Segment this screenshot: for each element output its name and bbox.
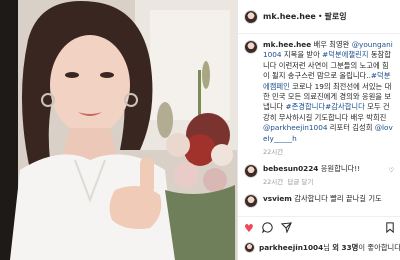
comment-item: bebesun0224 응원합니다!! 22시간 답글 달기 ♡ [244,164,394,187]
post-side-panel: mk.hee.hee • 팔로잉 mk.hee.hee 배우 최영완 @youn… [237,0,400,260]
comment-timestamp[interactable]: 22시간 [263,178,283,186]
header-separator: • [317,12,323,21]
comments-list[interactable]: mk.hee.hee 배우 최영완 @youngani1004 지목을 받아 #… [238,34,400,210]
post-actions: ♥ parkheejin1004님 외 33명이 좋아합니다 [238,216,400,253]
comment-body: vsviem 감사합니다 빨리 끝나길 기도 [263,194,394,204]
hashtag-link[interactable]: #덕분에챌린지 [322,50,368,59]
heart-icon[interactable]: ♥ [244,223,254,235]
likes-summary: parkheejin1004님 외 33명이 좋아합니다 [244,242,400,253]
likes-text: parkheejin1004님 외 33명이 좋아합니다 [259,243,400,253]
caption-body: mk.hee.hee 배우 최영완 @youngani1004 지목을 받아 #… [263,40,394,157]
liker-username[interactable]: parkheejin1004 [259,243,323,252]
comment-body: bebesun0224 응원합니다!! 22시간 답글 달기 [263,164,394,187]
caption-text: 배우 최영완 [311,40,352,49]
comment-item: vsviem 감사합니다 빨리 끝나길 기도 [244,194,394,209]
caption-text: 리포터 김성희 [327,123,375,133]
comment-like-icon[interactable]: ♡ [389,167,394,174]
post-header: mk.hee.hee • 팔로잉 [238,0,400,34]
author-username[interactable]: mk.hee.hee [263,12,316,21]
mention-link[interactable]: @parkheejin1004 [263,123,327,132]
likes-suffix: 이 좋아합니다 [358,242,400,252]
caption-avatar[interactable] [244,40,258,54]
photo-illustration [0,0,237,260]
hashtag-link[interactable]: #존경합니다 [285,102,325,111]
commenter-username[interactable]: bebesun0224 [263,164,318,173]
liker-avatar[interactable] [244,242,255,253]
commenter-avatar[interactable] [244,164,258,179]
likes-count-link[interactable]: 외 33명 [332,243,358,252]
share-icon[interactable] [280,222,292,236]
commenter-avatar[interactable] [244,194,258,209]
following-button[interactable]: 팔로잉 [325,11,347,22]
caption-text: 지목을 받아 [281,50,323,60]
reply-button[interactable]: 답글 달기 [287,178,313,186]
comment-meta: 22시간 답글 달기 [263,177,394,187]
action-icons: ♥ [244,222,395,236]
post-photo[interactable] [0,0,237,260]
comment-text: 응원합니다!! [318,164,361,174]
caption: mk.hee.hee 배우 최영완 @youngani1004 지목을 받아 #… [244,40,394,157]
caption-timestamp[interactable]: 22시간 [263,147,394,157]
comment-text: 감사합니다 빨리 끝나길 기도 [291,194,382,204]
caption-username[interactable]: mk.hee.hee [263,40,311,49]
post-dialog: mk.hee.hee • 팔로잉 mk.hee.hee 배우 최영완 @youn… [0,0,400,260]
likes-middle-text: 님 [323,242,333,252]
comment-icon[interactable] [261,222,273,236]
bookmark-icon[interactable] [385,222,395,236]
commenter-username[interactable]: vsviem [263,194,292,203]
hashtag-link[interactable]: #감사합니다 [325,102,365,111]
author-avatar[interactable] [244,9,258,24]
